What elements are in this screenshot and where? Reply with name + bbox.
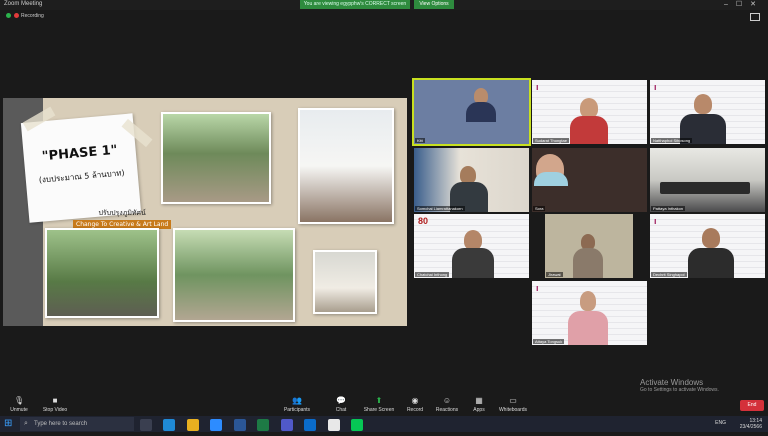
recording-label: Recording <box>21 13 44 19</box>
participants-button[interactable]: 👥 Participants <box>280 396 314 413</box>
system-tray: ENG 13:14 23/4/2566 <box>715 418 762 430</box>
participant-tile[interactable]: Sora <box>532 148 647 212</box>
org-logo-icon: ı <box>536 283 539 293</box>
participant-tile[interactable]: ı Natthaphol Sihosong <box>650 80 765 144</box>
participant-name: Jirawat <box>546 272 563 277</box>
end-meeting-button[interactable]: End <box>740 400 764 411</box>
activate-windows-watermark: Activate Windows Go to Settings to activ… <box>640 378 719 393</box>
title-bar: Zoom Meeting You are viewing egypphw's C… <box>0 0 768 10</box>
apps-icon: ▦ <box>475 396 483 405</box>
participant-name: Natthaphol Sihosong <box>651 138 693 143</box>
participant-name: Chatchai Inthong <box>415 272 450 277</box>
taskbar-search-box[interactable]: ⌕ Type here to search <box>20 417 134 431</box>
participant-tile[interactable]: ı Attaya Tongsuk <box>532 281 647 345</box>
taskbar-apps <box>140 418 370 431</box>
windows-taskbar: ⊞ ⌕ Type here to search ENG 13:14 23/4/25… <box>0 416 768 432</box>
slide-label-thai: ปรับปรุงภูมิทัศน์ <box>98 209 146 217</box>
reactions-button[interactable]: ☺ Reactions <box>430 396 464 413</box>
meeting-toolbar: 🎙 Unmute ■ Stop Video 👥 Participants 💬 Chat … <box>0 394 768 416</box>
reactions-icon: ☺ <box>442 396 452 405</box>
edge-icon[interactable] <box>163 419 176 431</box>
participant-tile[interactable]: Jirawat <box>545 214 633 278</box>
apps-button[interactable]: ▦ Apps <box>462 396 496 413</box>
teams-icon[interactable] <box>280 419 293 431</box>
record-icon: ◉ <box>411 396 419 405</box>
word-icon[interactable] <box>233 419 246 431</box>
windows-start-icon[interactable]: ⊞ <box>4 419 14 429</box>
org-logo-icon: ı <box>654 216 657 226</box>
participant-name: Dechrit Singhapol <box>651 272 687 277</box>
chrome-icon[interactable] <box>327 419 340 431</box>
slide-subtitle: (งบประมาณ 5 ล้านบาท) <box>38 168 125 185</box>
search-icon: ⌕ <box>24 420 28 427</box>
slide-title: "PHASE 1" <box>41 142 119 165</box>
photo-garden <box>45 228 159 318</box>
participant-name: Sora <box>533 206 546 211</box>
share-screen-button[interactable]: ⬆ Share Screen <box>362 396 396 413</box>
participant-tile[interactable]: Kitt <box>412 78 531 146</box>
clock-date[interactable]: 23/4/2566 <box>740 424 762 430</box>
gallery-view-icon[interactable] <box>750 13 760 21</box>
record-button[interactable]: ◉ Record <box>398 396 432 413</box>
participant-name: Sudarat Thongtae <box>533 138 569 143</box>
slide-label: ปรับปรุงภูมิทัศน์ Change To Creative & A… <box>73 208 172 229</box>
participant-name: Somchai Liamrattanakorn <box>415 206 465 211</box>
shield-icon <box>6 13 11 19</box>
participant-tile[interactable]: ı Dechrit Singhapol <box>650 214 765 278</box>
watermark-subtitle: Go to Settings to activate Windows. <box>640 387 719 393</box>
whiteboard-icon: ▭ <box>509 396 517 405</box>
chat-icon: 💬 <box>336 396 346 405</box>
participant-name: Kitt <box>415 138 425 143</box>
participant-name: Attaya Tongsuk <box>533 339 565 344</box>
participant-name: Pattaya Inthakon <box>651 206 686 211</box>
participant-tile[interactable]: Pattaya Inthakon <box>650 148 765 212</box>
watermark-title: Activate Windows <box>640 378 704 387</box>
screen-share-banner: You are viewing egypphw's CORRECT screen <box>300 0 410 9</box>
slide-title-card: "PHASE 1" (งบประมาณ 5 ล้านบาท) <box>20 113 142 223</box>
view-options-button[interactable]: View Options <box>414 0 454 9</box>
microphone-muted-icon: 🎙 <box>14 396 25 405</box>
participant-tile[interactable]: Somchai Liamrattanakorn <box>414 148 529 212</box>
recording-indicator: Recording <box>6 13 44 19</box>
participant-tile[interactable]: ı Sudarat Thongtae <box>532 80 647 144</box>
stop-video-button[interactable]: ■ Stop Video <box>38 396 72 413</box>
outlook-icon[interactable] <box>304 419 317 431</box>
participant-tile[interactable]: 80 Chatchai Inthong <box>414 214 529 278</box>
org-logo-icon: ı <box>654 82 657 92</box>
photo-kiosk <box>298 108 394 224</box>
participants-icon: 👥 <box>292 396 302 405</box>
window-title: Zoom Meeting <box>4 1 43 7</box>
window-controls[interactable]: –☐✕ <box>724 0 764 8</box>
task-view-icon[interactable] <box>140 419 152 431</box>
video-camera-icon: ■ <box>52 396 58 405</box>
chat-button[interactable]: 💬 Chat <box>324 396 358 413</box>
line-icon[interactable] <box>351 419 364 431</box>
photo-tree-seating <box>173 228 295 322</box>
photo-walkway <box>161 112 271 204</box>
org-logo-icon: ı <box>536 82 539 92</box>
photo-box-kiosk <box>313 250 377 314</box>
shared-slide: "PHASE 1" (งบประมาณ 5 ล้านบาท) ปรับปรุงภ… <box>3 98 407 326</box>
record-dot-icon <box>14 13 19 19</box>
whiteboards-button[interactable]: ▭ Whiteboards <box>496 396 530 413</box>
unmute-button[interactable]: 🎙 Unmute <box>2 396 36 413</box>
file-explorer-icon[interactable] <box>186 419 199 431</box>
share-screen-icon: ⬆ <box>375 396 383 405</box>
org-logo-icon: 80 <box>418 216 429 226</box>
tray-language[interactable]: ENG <box>715 420 726 426</box>
excel-icon[interactable] <box>257 419 270 431</box>
zoom-icon[interactable] <box>210 419 223 431</box>
